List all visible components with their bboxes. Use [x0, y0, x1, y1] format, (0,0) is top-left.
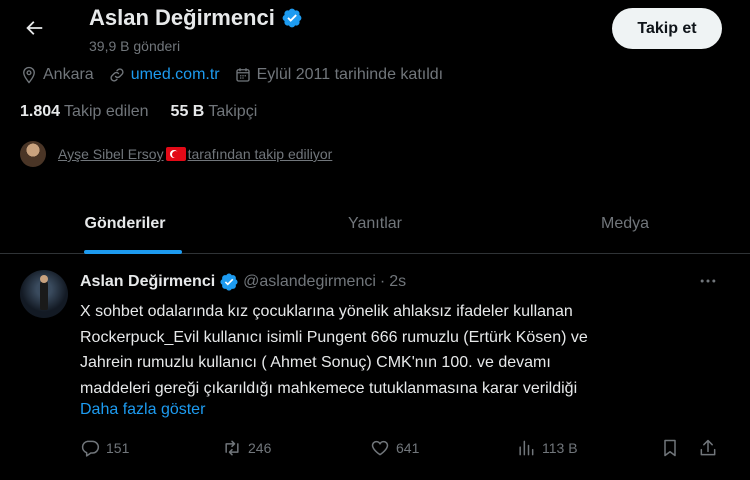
tweet-handle[interactable]: @aslandegirmenci — [243, 273, 376, 291]
follow-stats: 1.804 Takip edilen 55 B Takipçi — [20, 103, 257, 121]
join-date: Eylül 2011 tarihinde katıldı — [234, 66, 443, 84]
tab-media[interactable]: Medya — [500, 194, 750, 254]
followers-label: Takipçi — [208, 103, 258, 120]
separator-dot: · — [379, 273, 386, 290]
website-link[interactable]: umed.com.tr — [131, 66, 220, 84]
like-count: 641 — [396, 440, 420, 456]
tab-label: Medya — [600, 215, 650, 232]
show-more-link[interactable]: Daha fazla göster — [80, 401, 205, 419]
repost-count: 246 — [248, 440, 272, 456]
tweet-line: maddeleri gereği çıkarıldığı mahkemece t… — [80, 379, 578, 397]
tab-label: Yanıtlar — [348, 215, 402, 232]
bookmark-button[interactable] — [660, 438, 680, 458]
repost-button[interactable]: 246 — [222, 438, 271, 458]
active-tab-indicator — [84, 250, 182, 254]
followed-by-suffix: tarafından takip ediliyor — [187, 146, 333, 162]
heart-icon — [371, 440, 389, 456]
website[interactable]: umed.com.tr — [108, 66, 220, 84]
views-button[interactable]: 113 B — [516, 438, 578, 458]
verified-badge-icon — [220, 273, 238, 291]
tweet[interactable]: Aslan Değirmenci @aslandegirmenci · 2s X… — [0, 255, 750, 480]
avatar-head — [40, 275, 48, 283]
reply-count: 151 — [106, 440, 130, 456]
reply-icon — [81, 440, 100, 457]
reply-button[interactable]: 151 — [80, 438, 129, 458]
profile-tabs: Gönderiler Yanıtlar Medya — [0, 194, 750, 254]
following-label: Takip edilen — [64, 103, 149, 120]
location-pin-icon — [23, 66, 35, 84]
follow-button[interactable]: Takip et — [612, 8, 722, 49]
back-arrow-icon[interactable] — [20, 14, 48, 42]
profile-header: Aslan Değirmenci 39,9 B gönderi Takip et — [0, 0, 750, 60]
tweet-author-name[interactable]: Aslan Değirmenci — [80, 273, 215, 291]
tab-replies[interactable]: Yanıtlar — [250, 194, 500, 254]
tab-posts[interactable]: Gönderiler — [0, 194, 250, 254]
avatar[interactable] — [20, 270, 68, 318]
tweet-actions: 151 246 641 113 B — [70, 438, 730, 462]
post-count: 39,9 B gönderi — [89, 38, 181, 54]
verified-badge-icon — [282, 8, 302, 28]
location: Ankara — [20, 66, 94, 84]
more-options-icon[interactable] — [696, 271, 720, 291]
tweet-timestamp[interactable]: 2s — [389, 273, 406, 291]
profile-name: Aslan Değirmenci — [89, 5, 275, 30]
turkey-flag-icon — [165, 147, 186, 161]
share-button[interactable] — [698, 438, 718, 458]
bookmark-icon — [664, 439, 676, 457]
followed-by[interactable]: Ayşe Sibel Ersoy tarafından takip ediliyo… — [20, 141, 332, 167]
tweet-header: Aslan Değirmenci @aslandegirmenci · 2s — [80, 272, 406, 292]
avatar-figure — [40, 280, 48, 310]
following-count: 1.804 — [20, 103, 61, 120]
tweet-line: X sohbet odalarında kız çocuklarına yöne… — [80, 303, 573, 320]
link-icon — [110, 68, 124, 82]
views-chart-icon — [519, 440, 534, 456]
tab-label: Gönderiler — [84, 215, 166, 232]
profile-meta: Ankara umed.com.tr Eylül 2011 tarihinde … — [20, 64, 457, 86]
share-icon — [700, 439, 716, 456]
tweet-line: Jahrein rumuzlu kullanıcı ( Ahmet Sonuç)… — [80, 354, 551, 371]
followed-by-name: Ayşe Sibel Ersoy — [58, 146, 164, 162]
location-text: Ankara — [43, 66, 94, 83]
profile-title: Aslan Değirmenci — [89, 5, 303, 31]
tweet-line: Rockerpuck_Evil kullanıcı isimli Pungent… — [80, 328, 588, 346]
following-stat[interactable]: 1.804 Takip edilen — [20, 103, 149, 121]
join-date-text: Eylül 2011 tarihinde katıldı — [256, 66, 444, 83]
followers-count: 55 B — [170, 103, 205, 120]
tweet-text: X sohbet odalarında kız çocuklarına yöne… — [80, 299, 690, 401]
repost-icon — [225, 440, 239, 456]
calendar-icon — [235, 68, 250, 82]
followed-by-text[interactable]: Ayşe Sibel Ersoy tarafından takip ediliyo… — [58, 146, 332, 162]
like-button[interactable]: 641 — [370, 438, 419, 458]
views-count: 113 B — [542, 440, 578, 456]
followers-stat[interactable]: 55 B Takipçi — [171, 103, 258, 121]
follower-avatar — [20, 141, 46, 167]
